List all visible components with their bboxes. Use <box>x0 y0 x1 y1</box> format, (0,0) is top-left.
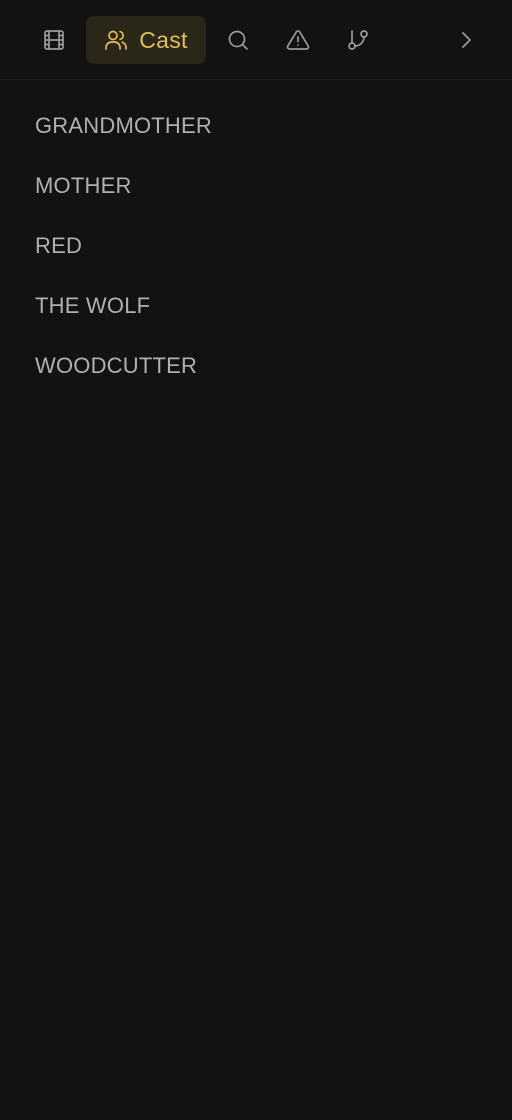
film-icon <box>44 30 64 50</box>
cast-panel: Cast GRANDMOTHER MOTHER RED THE WOLF WOO… <box>0 0 512 1120</box>
warning-icon <box>286 30 310 50</box>
toolbar: Cast <box>0 0 512 80</box>
users-icon <box>105 30 128 50</box>
more-tabs-button[interactable] <box>446 16 486 64</box>
tab-cast[interactable]: Cast <box>86 16 206 64</box>
cast-item-red[interactable]: RED <box>35 216 212 276</box>
tab-search[interactable] <box>218 16 258 64</box>
cast-item-the-wolf[interactable]: THE WOLF <box>35 276 212 336</box>
cast-item-grandmother[interactable]: GRANDMOTHER <box>35 96 212 156</box>
chevron-right-icon <box>462 32 471 48</box>
tab-scenes[interactable] <box>34 16 74 64</box>
tab-cast-label: Cast <box>139 26 188 53</box>
cast-item-mother[interactable]: MOTHER <box>35 156 212 216</box>
cast-list: GRANDMOTHER MOTHER RED THE WOLF WOODCUTT… <box>35 96 212 396</box>
cast-item-woodcutter[interactable]: WOODCUTTER <box>35 336 212 396</box>
tab-branches[interactable] <box>338 16 378 64</box>
search-icon <box>228 30 248 50</box>
git-branch-icon <box>348 30 368 50</box>
tab-warnings[interactable] <box>278 16 318 64</box>
